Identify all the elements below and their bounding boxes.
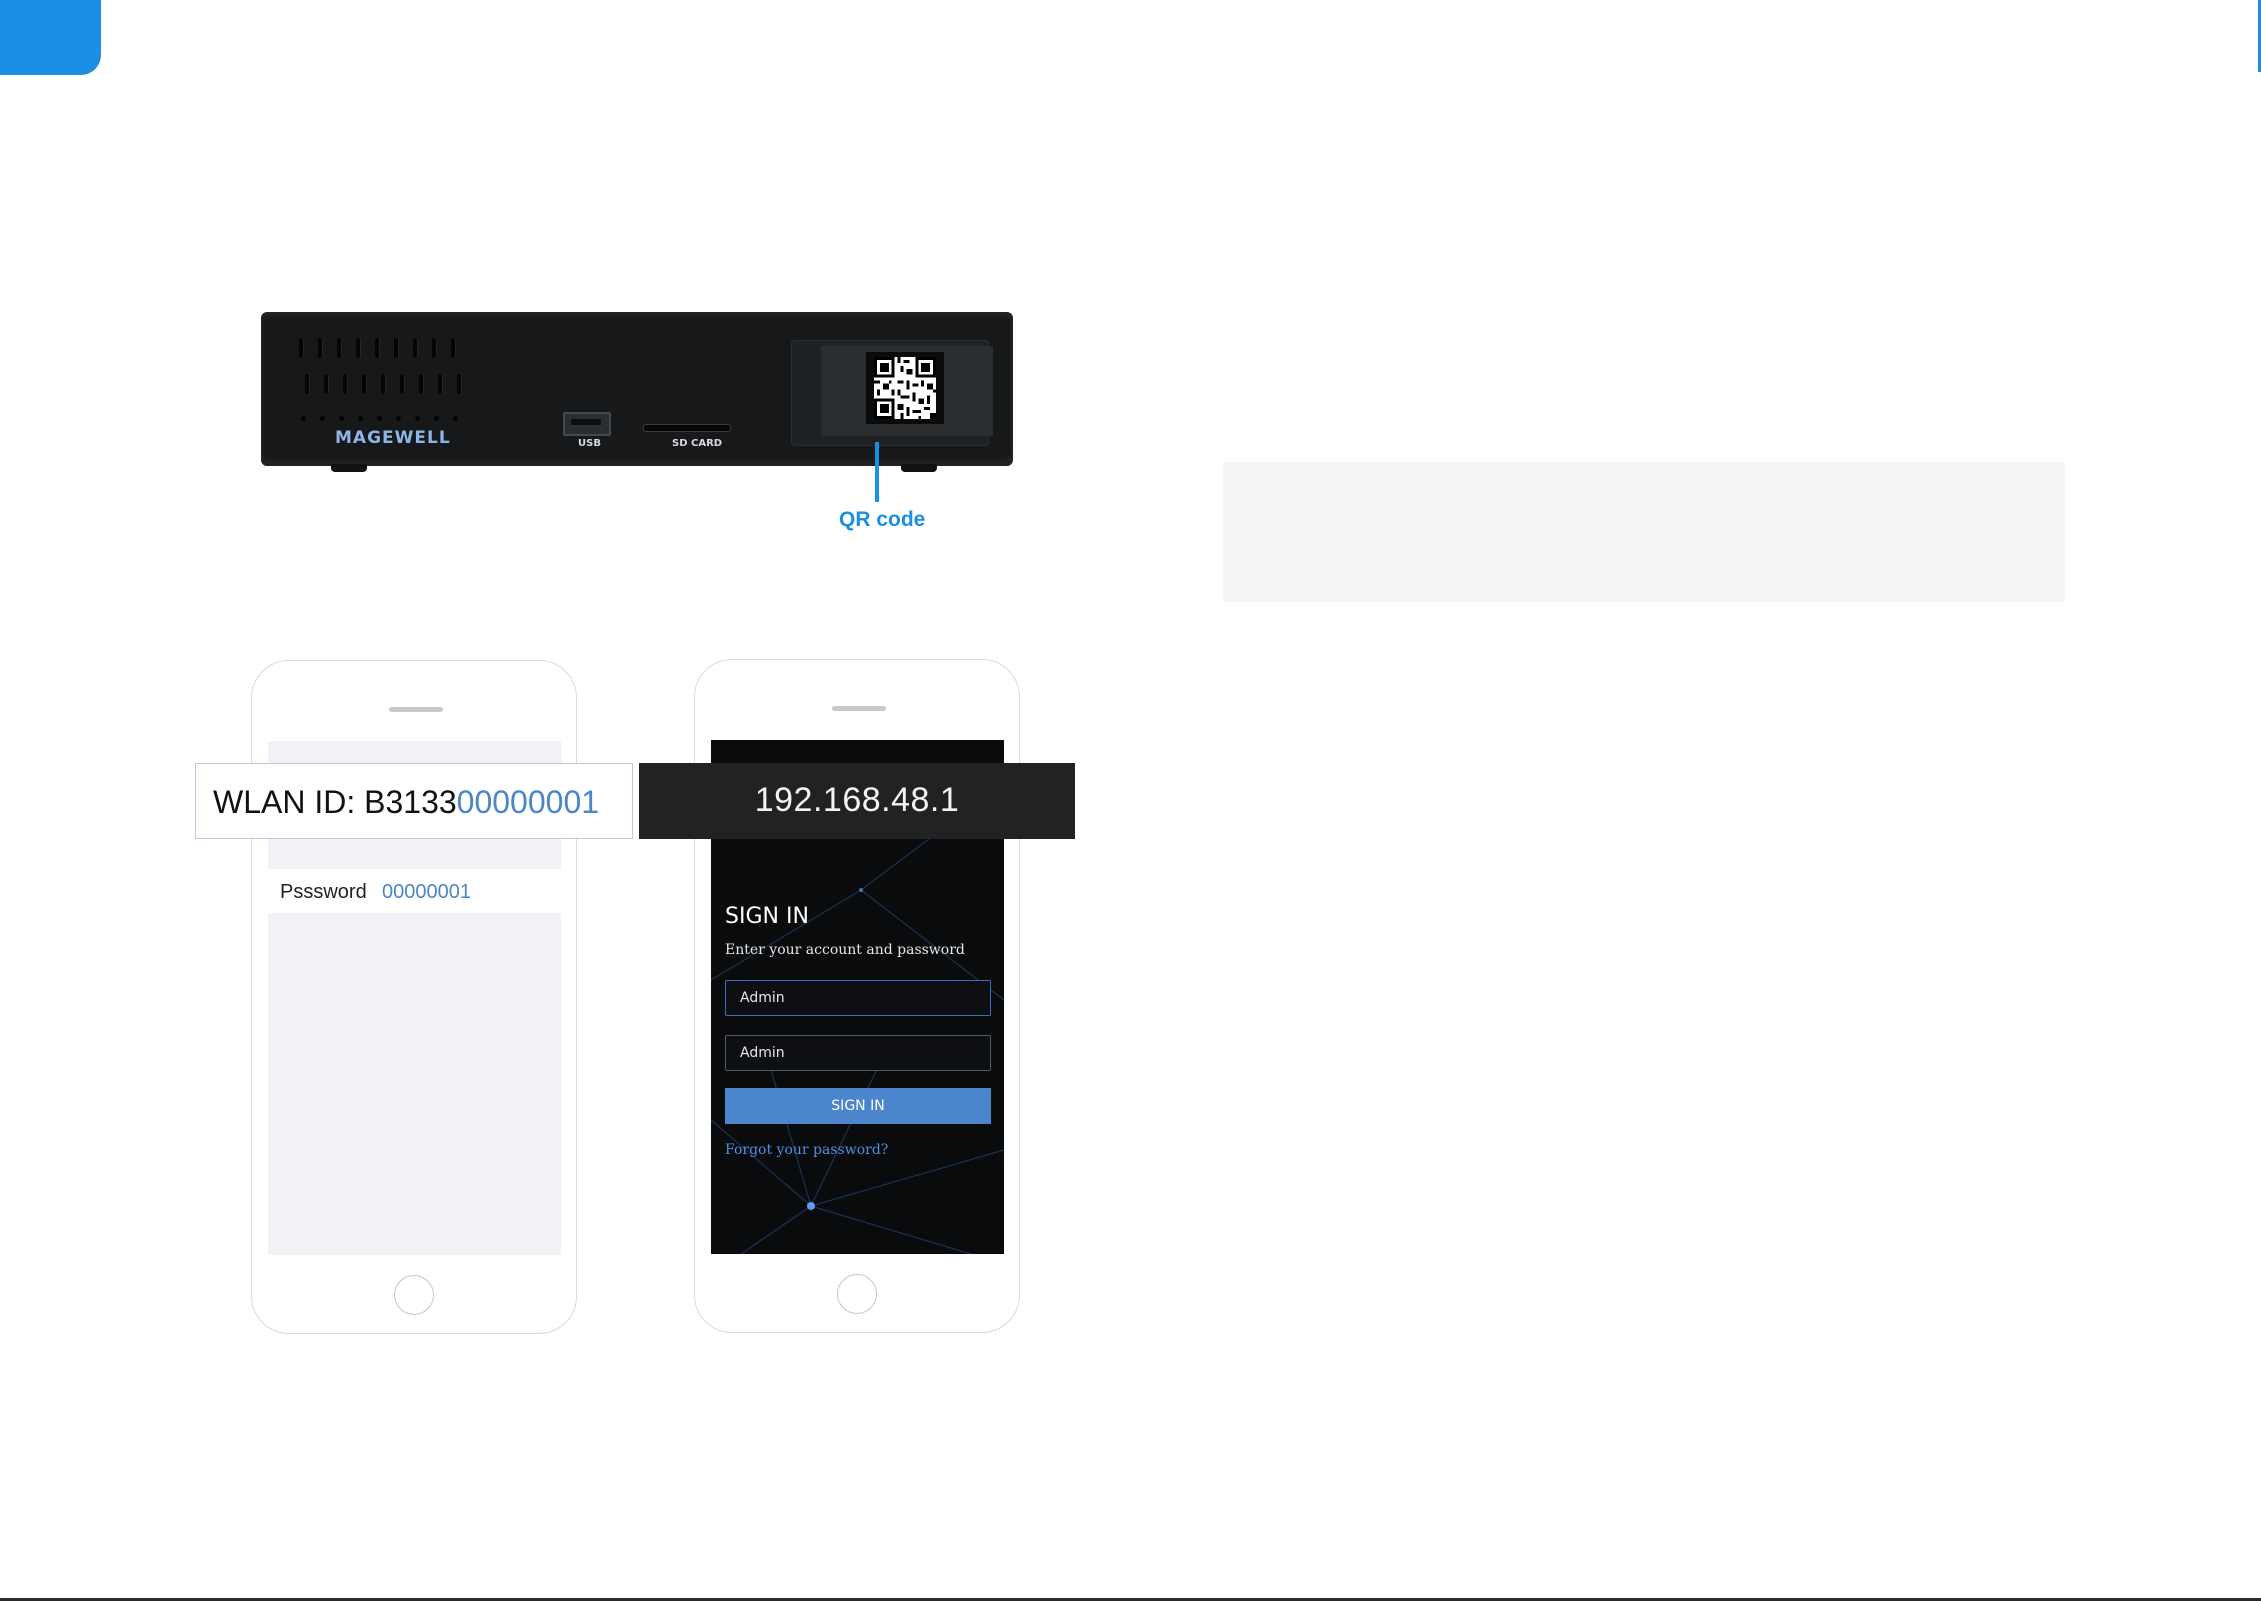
note-box [1223,462,2065,602]
sign-in-button[interactable]: SIGN IN [725,1088,991,1124]
vent-slot [432,338,436,358]
username-field[interactable] [725,980,991,1016]
vent-slot [419,374,423,394]
wifi-password-row: Psssword 00000001 [268,869,561,913]
vent-slot [318,338,322,358]
password-value: 00000001 [382,881,471,903]
qr-callout-label: QR code [839,508,926,531]
device-front-panel: MAGEWELL USB SD CARD [261,312,1013,472]
phone-wifi-settings: Psssword 00000001 [251,660,577,1334]
vent-slot [457,374,461,394]
ip-address-text: 192.168.48.1 [754,781,960,819]
vent-slot [337,338,341,358]
vent-slot [362,374,366,394]
phone-web-sign-in: SIGN IN Enter your account and password … [694,659,1020,1333]
qr-callout-line [875,442,879,502]
sd-card-slot [643,424,731,432]
vent-slot [381,374,385,394]
vent-hole [453,416,458,421]
vent-slot [394,338,398,358]
vent-hole [358,416,363,421]
home-button[interactable] [394,1275,434,1315]
password-field[interactable] [725,1035,991,1071]
password-input[interactable] [726,1036,990,1070]
phone-speaker [389,707,443,712]
password-label: Psssword [280,881,367,903]
vent-hole [415,416,420,421]
qr-window [821,346,993,436]
home-button[interactable] [837,1274,877,1314]
forgot-password-link[interactable]: Forgot your password? [725,1142,888,1158]
vent-slot [305,374,309,394]
vent-slot [324,374,328,394]
wlan-id-suffix: 00000001 [456,784,600,820]
vent-slot [451,338,455,358]
wlan-id-prefix: WLAN ID: B3133 [213,784,457,820]
sign-in-title: SIGN IN [725,904,809,929]
vent-slot [356,338,360,358]
qr-code-icon [866,352,944,424]
vent-hole [377,416,382,421]
wlan-id-callout: WLAN ID: B313300000001 [195,763,633,839]
vent-hole [339,416,344,421]
usb-label: USB [578,438,601,449]
phone-speaker [832,706,886,711]
vent-hole [320,416,325,421]
vent-slot [375,338,379,358]
vent-slot [343,374,347,394]
vent-hole [396,416,401,421]
brand-logo: MAGEWELL [335,428,451,448]
wlan-id-text: WLAN ID: B313300000001 [213,784,599,821]
sd-card-label: SD CARD [672,438,723,449]
username-input[interactable] [726,981,990,1015]
vent-hole [434,416,439,421]
ip-address-callout: 192.168.48.1 [639,763,1075,839]
vent-slot [413,338,417,358]
vent-hole [301,416,306,421]
vent-slot [438,374,442,394]
vent-slot [400,374,404,394]
vent-grille [299,338,479,428]
vent-slot [299,338,303,358]
device-foot [331,464,367,472]
device-foot [901,464,937,472]
sign-in-subtitle: Enter your account and password [725,942,965,958]
page-corner-tab [0,0,101,75]
usb-port [563,412,611,436]
